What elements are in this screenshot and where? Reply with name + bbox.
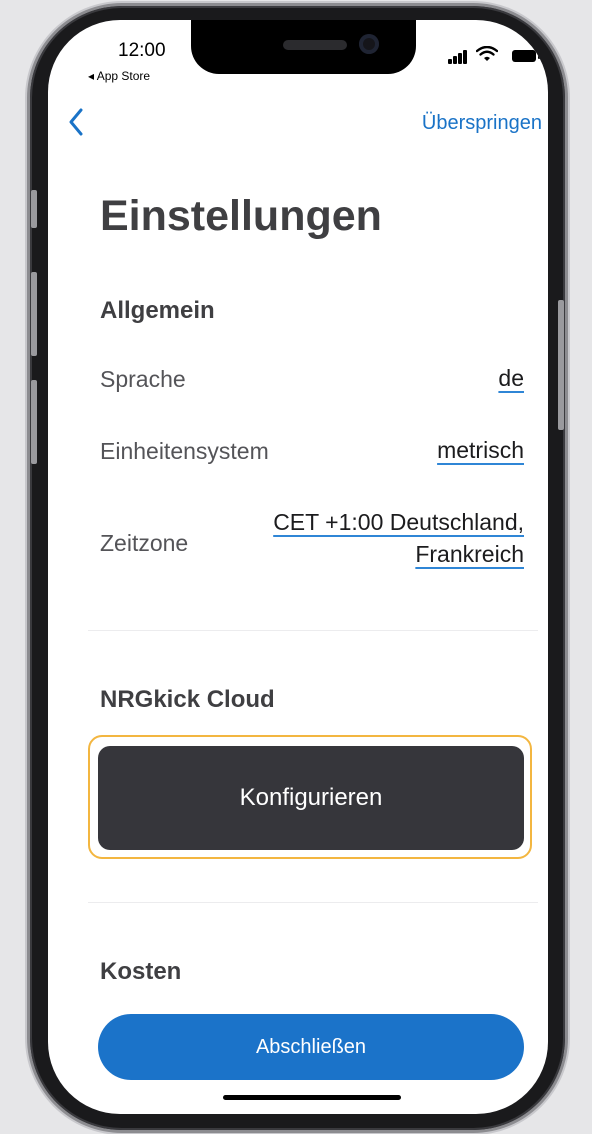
- timezone-label: Zeitzone: [100, 530, 189, 556]
- section-costs-heading: Kosten: [100, 958, 182, 985]
- timezone-value[interactable]: CET +1:00 Deutschland, Frankreich: [273, 506, 524, 570]
- timezone-value-line2: Frankreich: [415, 541, 524, 567]
- app-screen: 12:00 ◂ App Store Überspringen Einstellu…: [48, 20, 548, 1114]
- timezone-value-line1: CET +1:00 Deutschland,: [273, 509, 524, 535]
- back-button[interactable]: [68, 108, 84, 142]
- wifi-icon: [475, 45, 499, 65]
- language-value[interactable]: de: [498, 362, 524, 394]
- power-button: [558, 300, 564, 430]
- divider: [88, 902, 538, 903]
- finish-button[interactable]: Abschließen: [98, 1014, 524, 1080]
- silent-switch: [31, 190, 37, 228]
- skip-button[interactable]: Überspringen: [422, 112, 542, 135]
- chevron-left-icon: [69, 108, 83, 136]
- section-general-heading: Allgemein: [100, 297, 215, 324]
- battery-cap: [538, 54, 540, 59]
- status-time: 12:00: [118, 40, 166, 61]
- units-label: Einheitensystem: [100, 438, 269, 464]
- configure-button[interactable]: Konfigurieren: [98, 746, 524, 850]
- home-indicator: [223, 1095, 401, 1100]
- signal-icon: [448, 50, 470, 64]
- divider: [88, 630, 538, 631]
- units-value[interactable]: metrisch: [437, 434, 524, 466]
- battery-icon: [512, 50, 536, 62]
- back-to-app-store-link[interactable]: ◂ App Store: [88, 69, 150, 83]
- volume-down-button: [31, 380, 37, 464]
- status-icons: [448, 45, 540, 64]
- front-camera: [359, 34, 379, 54]
- page-title: Einstellungen: [100, 192, 382, 240]
- volume-up-button: [31, 272, 37, 356]
- speaker-grille: [283, 40, 347, 50]
- language-label: Sprache: [100, 366, 186, 392]
- section-cloud-heading: NRGkick Cloud: [100, 686, 275, 713]
